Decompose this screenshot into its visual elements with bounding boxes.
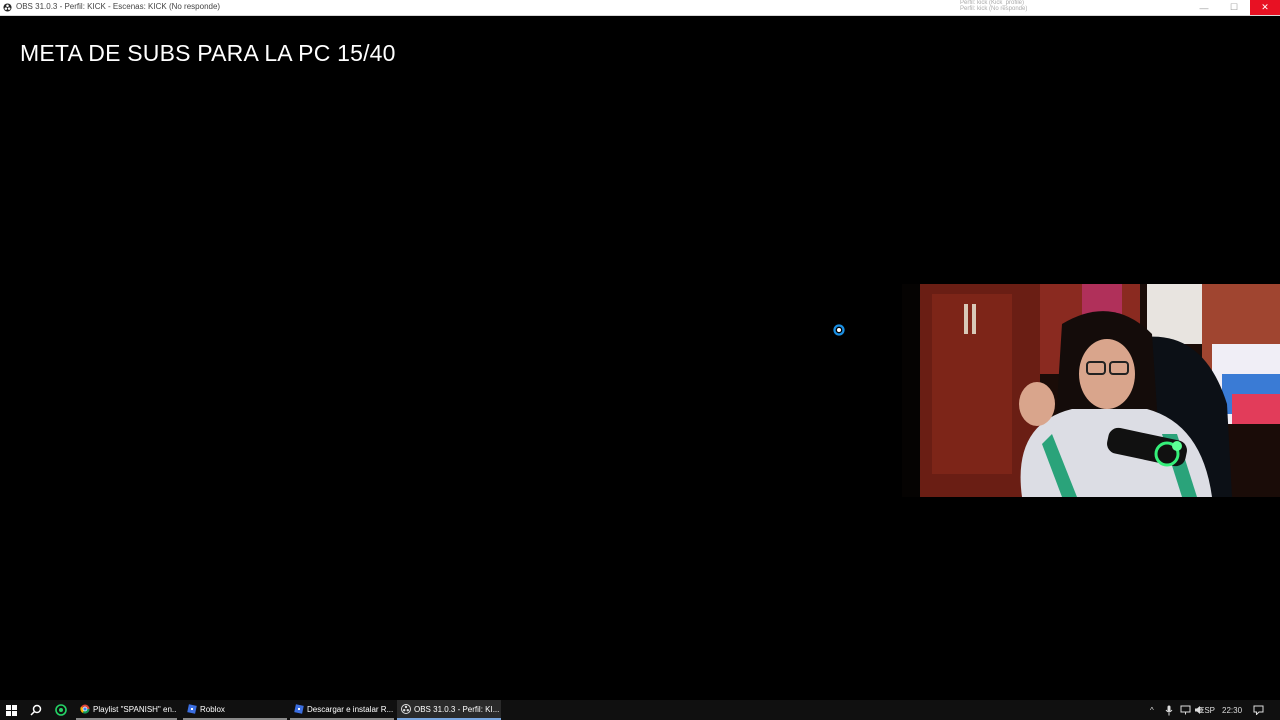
minimize-button[interactable]: — [1189, 0, 1219, 15]
busy-cursor-icon [833, 324, 845, 336]
obs-icon [401, 704, 411, 714]
window-title: OBS 31.0.3 - Perfil: KICK - Escenas: KIC… [16, 2, 221, 11]
taskbar-app-roblox[interactable]: Roblox [183, 700, 287, 720]
taskbar-app-label: Roblox [200, 704, 225, 714]
overlay-notes: Perfil: kick (Kick_profile) Perfil: kick… [960, 0, 1027, 12]
taskbar-app-label: OBS 31.0.3 - Perfil: KI... [414, 704, 500, 714]
tray-overflow-button[interactable]: ^ [1150, 700, 1154, 720]
action-center-button[interactable] [1253, 700, 1264, 720]
microphone-tray[interactable] [1165, 700, 1173, 720]
taskbar: Playlist "SPANISH" en... Roblox Descarga… [0, 700, 1280, 720]
roblox-icon [294, 704, 304, 714]
taskbar-app-roblox-installer[interactable]: Descargar e instalar R... [290, 700, 394, 720]
start-button[interactable] [4, 703, 18, 717]
webcam-image [902, 284, 1280, 497]
taskbar-app-label: Playlist "SPANISH" en... [93, 704, 177, 714]
whatsapp-button[interactable] [54, 703, 68, 717]
network-tray[interactable] [1180, 700, 1191, 720]
chrome-icon [80, 704, 90, 714]
maximize-button[interactable]: ☐ [1219, 0, 1249, 15]
search-button[interactable] [29, 703, 43, 717]
clock-time: 22:30 [1222, 705, 1243, 715]
taskbar-app-label: Descargar e instalar R... [307, 704, 394, 714]
subs-goal-text: META DE SUBS PARA LA PC 15/40 [20, 40, 396, 66]
window-titlebar[interactable]: OBS 31.0.3 - Perfil: KICK - Escenas: KIC… [0, 0, 1280, 16]
microphone-icon [1165, 705, 1173, 715]
network-icon [1180, 705, 1191, 715]
webcam-feed [902, 284, 1280, 497]
obs-icon [3, 3, 12, 12]
chevron-up-icon: ^ [1150, 705, 1154, 715]
search-icon [30, 704, 42, 716]
taskbar-app-obs[interactable]: OBS 31.0.3 - Perfil: KI... [397, 700, 501, 720]
windows-icon [5, 704, 17, 716]
stream-preview: META DE SUBS PARA LA PC 15/40 ◂ [0, 16, 1280, 700]
close-button[interactable]: ✕ [1250, 0, 1280, 15]
overlay-note: Perfil: kick (No responde) [960, 6, 1028, 12]
whatsapp-icon [55, 704, 67, 716]
taskbar-app-chrome[interactable]: Playlist "SPANISH" en... [76, 700, 177, 720]
roblox-icon [187, 704, 197, 714]
clock[interactable]: 22:30 [1222, 700, 1242, 720]
notification-icon [1253, 705, 1264, 715]
language-label: ESP [1199, 705, 1216, 715]
language-indicator[interactable]: ESP [1199, 700, 1215, 720]
